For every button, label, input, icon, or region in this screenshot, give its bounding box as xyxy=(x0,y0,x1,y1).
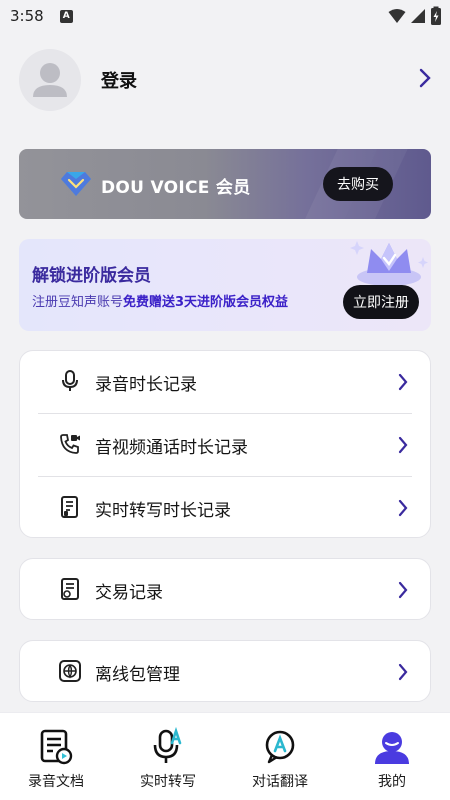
dialog-translate-icon xyxy=(265,730,295,764)
realtime-transcribe-icon xyxy=(153,727,182,763)
status-time: 3:58 xyxy=(10,7,44,25)
wifi-icon xyxy=(388,9,406,23)
phone-video-icon xyxy=(60,434,80,454)
crown-icon xyxy=(350,241,428,286)
signal-icon xyxy=(411,9,425,23)
menu-item-label: 录音时长记录 xyxy=(95,374,197,395)
recording-doc-icon xyxy=(40,729,73,765)
menu-item-call-duration[interactable]: 音视频通话时长记录 xyxy=(20,414,430,476)
diamond-icon xyxy=(61,172,91,196)
menu-item-label: 离线包管理 xyxy=(95,664,180,685)
menu-item-recording-duration[interactable]: 录音时长记录 xyxy=(20,351,430,413)
chevron-right-icon xyxy=(398,373,408,391)
notification-a-icon: A xyxy=(59,9,73,23)
menu-item-transactions[interactable]: 交易记录 xyxy=(20,559,430,621)
chevron-right-icon xyxy=(398,663,408,681)
bottom-tab-bar: 录音文档 实时转写 对话翻译 我的 xyxy=(0,712,450,800)
chevron-right-icon xyxy=(398,436,408,454)
profile-login-row[interactable]: 登录 xyxy=(19,48,431,112)
tab-realtime-transcribe[interactable]: 实时转写 xyxy=(112,713,224,800)
chevron-right-icon xyxy=(398,581,408,599)
chevron-right-icon xyxy=(419,68,431,88)
menu-card-offline: 离线包管理 xyxy=(19,640,431,702)
tab-label: 对话翻译 xyxy=(252,774,308,790)
tab-dialog-translate[interactable]: 对话翻译 xyxy=(224,713,336,800)
vip-title: DOU VOICE 会员 xyxy=(101,178,251,198)
transcript-doc-icon xyxy=(61,496,78,518)
globe-package-icon xyxy=(59,660,81,682)
receipt-icon xyxy=(61,578,79,600)
promo-card[interactable]: 解锁进阶版会员 注册豆知声账号免费赠送3天进阶版会员权益 立即注册 xyxy=(19,239,431,331)
status-bar: 3:58 A xyxy=(0,0,450,32)
microphone-icon xyxy=(62,370,78,391)
login-label[interactable]: 登录 xyxy=(101,67,137,93)
register-button[interactable]: 立即注册 xyxy=(343,285,419,319)
chevron-right-icon xyxy=(398,499,408,517)
tab-label: 录音文档 xyxy=(28,774,84,790)
buy-button[interactable]: 去购买 xyxy=(323,167,393,201)
tab-label: 实时转写 xyxy=(140,774,196,790)
battery-icon xyxy=(431,6,441,25)
menu-card-records: 录音时长记录 音视频通话时长记录 实时转写时长记录 xyxy=(19,350,431,538)
menu-item-transcribe-duration[interactable]: 实时转写时长记录 xyxy=(20,477,430,539)
promo-subtitle: 注册豆知声账号免费赠送3天进阶版会员权益 xyxy=(32,291,288,310)
menu-item-offline-packages[interactable]: 离线包管理 xyxy=(20,641,430,703)
vip-banner[interactable]: DOU VOICE 会员 去购买 xyxy=(19,149,431,219)
promo-subtitle-highlight: 免费赠送3天进阶版会员权益 xyxy=(123,295,289,310)
promo-title: 解锁进阶版会员 xyxy=(32,266,151,286)
status-indicators xyxy=(388,6,442,26)
default-avatar-icon xyxy=(33,63,67,97)
profile-icon xyxy=(375,732,409,764)
tab-profile[interactable]: 我的 xyxy=(336,713,448,800)
promo-subtitle-prefix: 注册豆知声账号 xyxy=(32,295,124,310)
tab-recording-docs[interactable]: 录音文档 xyxy=(0,713,112,800)
menu-item-label: 实时转写时长记录 xyxy=(95,500,231,521)
menu-card-transactions: 交易记录 xyxy=(19,558,431,620)
menu-item-label: 音视频通话时长记录 xyxy=(95,437,248,458)
tab-label: 我的 xyxy=(378,774,406,790)
avatar[interactable] xyxy=(19,49,81,111)
menu-item-label: 交易记录 xyxy=(95,582,163,603)
